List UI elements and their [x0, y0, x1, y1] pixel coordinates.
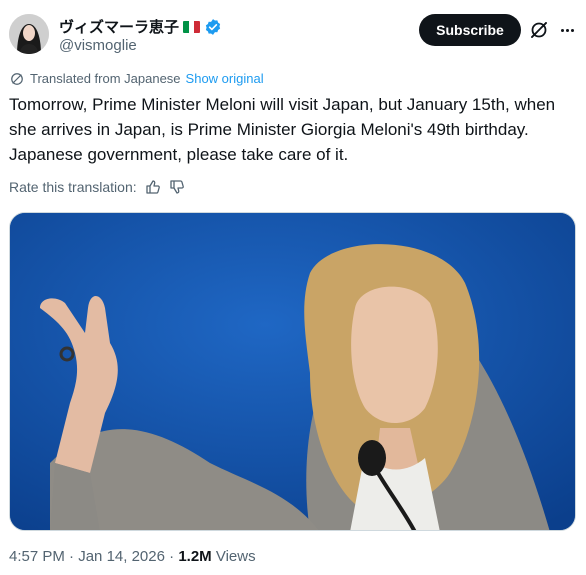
thumbs-up-icon[interactable] — [145, 179, 161, 195]
show-original-link[interactable]: Show original — [186, 71, 264, 86]
subscribe-button[interactable]: Subscribe — [419, 14, 521, 46]
tweet-date[interactable]: Jan 14, 2026 — [78, 548, 165, 565]
meta-separator: · — [64, 548, 79, 565]
meta-separator-2: · — [164, 548, 179, 565]
tweet-photo[interactable] — [9, 212, 576, 531]
display-name[interactable]: ヴィズマーラ恵子 — [59, 16, 179, 37]
tweet-text: Tomorrow, Prime Minister Meloni will vis… — [9, 95, 556, 164]
rate-translation: Rate this translation: — [9, 179, 185, 195]
more-options-icon[interactable] — [557, 20, 577, 40]
author-handle[interactable]: @vismoglie — [59, 37, 137, 54]
views-label: Views — [211, 548, 256, 565]
photo-image — [10, 213, 575, 530]
translate-icon — [11, 72, 23, 85]
translated-label: Translated from Japanese — [30, 71, 181, 86]
tweet-time[interactable]: 4:57 PM — [9, 548, 65, 565]
avatar[interactable] — [9, 14, 49, 54]
tweet-header: ヴィズマーラ恵子 @vismoglie Subscribe — [9, 12, 579, 58]
rate-label: Rate this translation: — [9, 179, 137, 195]
tweet-meta: 4:57 PM · Jan 14, 2026 · 1.2M Views — [9, 548, 256, 565]
grok-icon[interactable] — [529, 20, 549, 40]
author-name-row: ヴィズマーラ恵子 — [59, 16, 222, 37]
thumbs-down-icon[interactable] — [169, 179, 185, 195]
verified-badge-icon[interactable] — [204, 18, 222, 36]
translation-notice: Translated from Japanese Show original — [10, 71, 264, 86]
views-count: 1.2M — [178, 548, 212, 565]
avatar-image — [9, 14, 49, 54]
italy-flag-icon — [183, 20, 201, 33]
